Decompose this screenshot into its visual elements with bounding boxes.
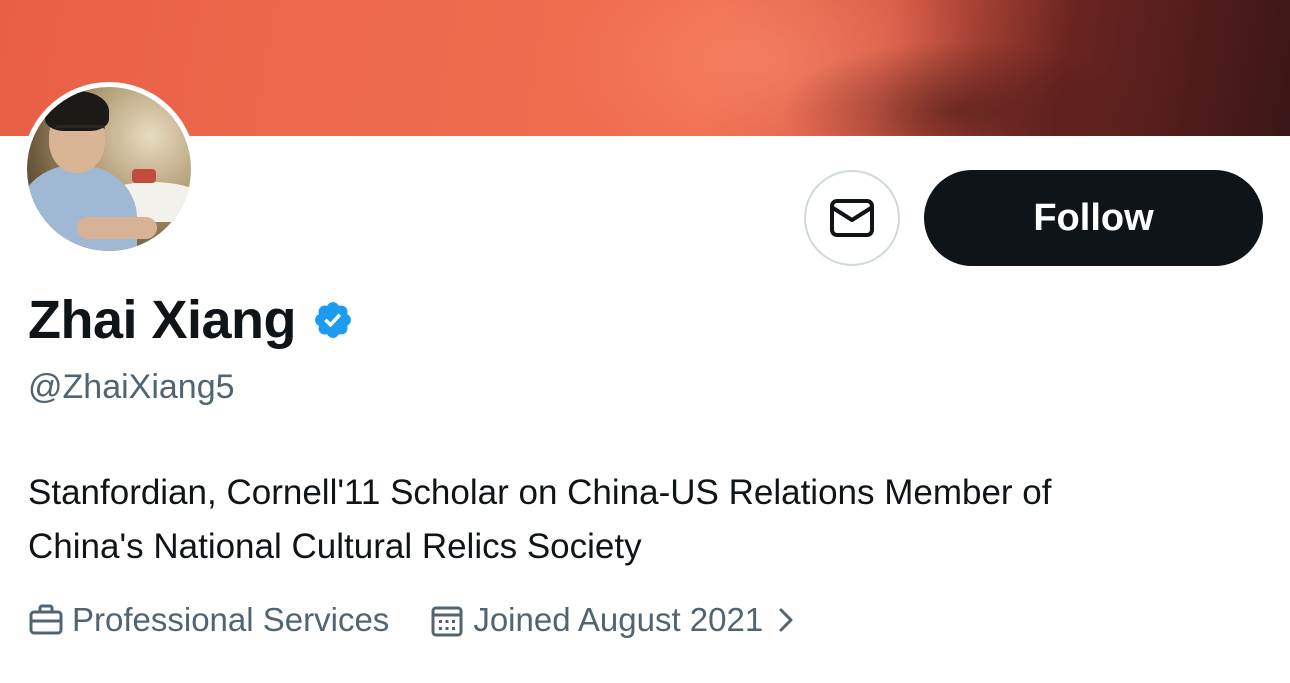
bio-line: China's National Cultural Relics Society — [28, 527, 642, 566]
message-button[interactable] — [804, 170, 900, 266]
chevron-right-icon — [779, 608, 793, 632]
avatar-arm — [77, 217, 157, 239]
joined-label: Joined August 2021 — [473, 601, 764, 638]
profile-page: Follow Zhai Xiang @ZhaiXiang5 Stanfordia… — [0, 0, 1290, 683]
avatar-glasses — [55, 125, 105, 135]
profile-bio: Stanfordian, Cornell'11 Scholar on China… — [28, 466, 1248, 574]
profile-avatar[interactable] — [22, 82, 196, 256]
briefcase-icon — [29, 604, 63, 635]
verified-badge-icon[interactable] — [312, 299, 354, 341]
follow-button[interactable]: Follow — [924, 170, 1263, 266]
joined-date[interactable]: Joined August 2021 — [429, 601, 799, 639]
avatar-bg-object — [132, 169, 156, 183]
user-handle: @ZhaiXiang5 — [28, 368, 235, 406]
category-label: Professional Services — [72, 601, 390, 638]
calendar-icon — [431, 606, 463, 637]
profile-meta: Professional Services Joined August 2021 — [28, 598, 799, 642]
professional-category[interactable]: Professional Services — [28, 601, 389, 639]
bio-line: Stanfordian, Cornell'11 Scholar on China… — [28, 473, 1052, 512]
profile-banner[interactable] — [0, 0, 1290, 136]
name-row: Zhai Xiang — [28, 288, 354, 352]
envelope-icon — [830, 199, 874, 237]
avatar-photo — [27, 87, 191, 251]
display-name: Zhai Xiang — [28, 290, 297, 350]
banner-shade — [780, 40, 1140, 136]
